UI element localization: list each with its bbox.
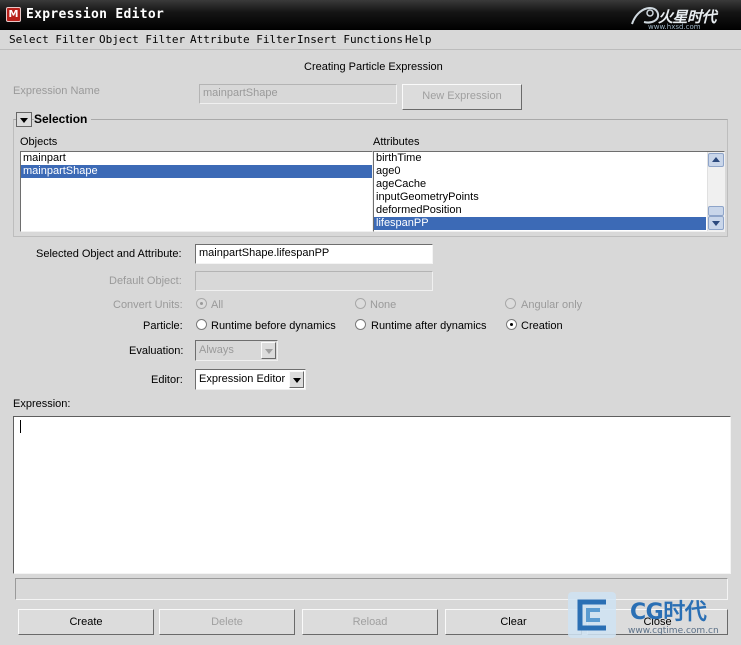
objects-list[interactable]: mainpart mainpartShape bbox=[20, 151, 373, 232]
maya-app-icon[interactable]: M bbox=[6, 7, 21, 22]
attributes-list[interactable]: birthTime age0 ageCache inputGeometryPoi… bbox=[373, 151, 725, 232]
delete-button[interactable]: Delete bbox=[159, 609, 295, 635]
particle-runtime-after-label: Runtime after dynamics bbox=[371, 320, 487, 332]
editor-dropdown[interactable]: Expression Editor bbox=[195, 369, 306, 390]
menu-help[interactable]: Help bbox=[405, 33, 432, 46]
convert-units-none-label: None bbox=[370, 299, 397, 311]
particle-label: Particle: bbox=[143, 320, 183, 332]
status-field bbox=[15, 578, 728, 600]
convert-units-angular-radio[interactable] bbox=[505, 298, 516, 309]
window-title: Expression Editor bbox=[26, 7, 165, 22]
particle-creation-label: Creation bbox=[521, 320, 563, 332]
menu-insert-functions[interactable]: Insert Functions bbox=[297, 33, 403, 46]
scrollbar-thumb[interactable] bbox=[708, 206, 724, 216]
watermark-bottom-text: CG时代 bbox=[630, 600, 707, 625]
list-item[interactable]: inputGeometryPoints bbox=[374, 191, 724, 204]
particle-runtime-before-label: Runtime before dynamics bbox=[211, 320, 336, 332]
default-object-field[interactable] bbox=[195, 271, 433, 291]
evaluation-label: Evaluation: bbox=[129, 345, 184, 357]
evaluation-value: Always bbox=[199, 344, 234, 356]
convert-units-all-label: All bbox=[211, 299, 224, 311]
watermark-logo-icon bbox=[568, 592, 616, 638]
scroll-down-arrow-icon[interactable] bbox=[708, 216, 724, 230]
list-item[interactable]: ageCache bbox=[374, 178, 724, 191]
list-item[interactable]: mainpartShape bbox=[21, 165, 372, 178]
menu-select-filter[interactable]: Select Filter bbox=[9, 33, 95, 46]
reload-button[interactable]: Reload bbox=[302, 609, 438, 635]
list-item[interactable]: age0 bbox=[374, 165, 724, 178]
expression-label: Expression: bbox=[13, 398, 71, 410]
scroll-up-arrow-icon[interactable] bbox=[708, 153, 724, 167]
list-item[interactable]: lifespanPP bbox=[374, 217, 706, 230]
particle-creation-radio[interactable] bbox=[506, 319, 517, 330]
expression-name-label: Expression Name bbox=[13, 85, 100, 97]
menu-attribute-filter[interactable]: Attribute Filter bbox=[190, 33, 296, 46]
objects-label: Objects bbox=[20, 136, 58, 148]
attributes-scrollbar[interactable] bbox=[707, 152, 724, 231]
new-expression-button[interactable]: New Expression bbox=[402, 84, 522, 110]
chevron-down-icon bbox=[289, 371, 304, 388]
particle-runtime-before-radio[interactable] bbox=[196, 319, 207, 330]
editor-value: Expression Editor bbox=[199, 373, 286, 385]
chevron-down-icon bbox=[261, 342, 276, 359]
selection-title: Selection bbox=[34, 112, 92, 126]
list-item[interactable]: mainpart bbox=[21, 152, 372, 165]
mode-text: Creating Particle Expression bbox=[304, 61, 443, 73]
convert-units-label: Convert Units: bbox=[113, 299, 183, 311]
particle-runtime-after-radio[interactable] bbox=[355, 319, 366, 330]
create-button[interactable]: Create bbox=[18, 609, 154, 635]
selected-object-attribute-label: Selected Object and Attribute: bbox=[36, 248, 182, 260]
selected-object-attribute-field[interactable]: mainpartShape.lifespanPP bbox=[195, 244, 433, 264]
title-bar[interactable]: M Expression Editor 火星时代 www.hxsd.com bbox=[0, 0, 741, 31]
text-caret bbox=[20, 420, 21, 433]
expression-name-field[interactable]: mainpartShape bbox=[199, 84, 397, 104]
editor-label: Editor: bbox=[151, 374, 183, 386]
list-item[interactable]: birthTime bbox=[374, 152, 724, 165]
evaluation-dropdown[interactable]: Always bbox=[195, 340, 278, 361]
watermark-bottom-url: www.cgtime.com.cn bbox=[628, 626, 719, 636]
menu-object-filter[interactable]: Object Filter bbox=[99, 33, 185, 46]
default-object-label: Default Object: bbox=[109, 275, 182, 287]
convert-units-angular-label: Angular only bbox=[521, 299, 583, 311]
convert-units-all-radio[interactable] bbox=[196, 298, 207, 309]
list-item[interactable]: deformedPosition bbox=[374, 204, 724, 217]
expression-text-area[interactable] bbox=[13, 416, 731, 574]
menu-bar: Select Filter Object Filter Attribute Fi… bbox=[0, 30, 741, 50]
clear-button[interactable]: Clear bbox=[445, 609, 582, 635]
attributes-label: Attributes bbox=[373, 136, 420, 148]
collapse-arrow-icon[interactable] bbox=[16, 112, 32, 127]
convert-units-none-radio[interactable] bbox=[355, 298, 366, 309]
